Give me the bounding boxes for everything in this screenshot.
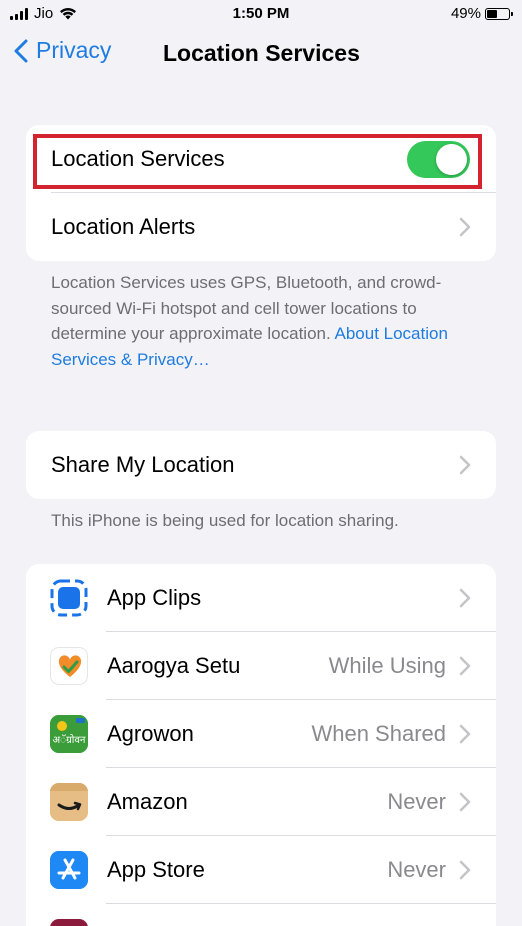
apps-list-group: App Clips Aarogya Setu While Using अॅग्र… <box>26 564 496 926</box>
chevron-right-icon <box>459 588 471 608</box>
app-permission-value: Never <box>387 789 446 814</box>
location-alerts-row[interactable]: Location Alerts <box>26 193 496 261</box>
app-name: App Clips <box>107 585 202 610</box>
app-permission-value: Never <box>387 857 446 882</box>
app-row-app-store[interactable]: App Store Never <box>26 836 496 904</box>
aarogya-setu-icon <box>50 647 88 685</box>
app-permission-value: When Shared <box>311 721 446 746</box>
share-my-location-label: Share My Location <box>51 452 235 477</box>
location-sharing-footnote: This iPhone is being used for location s… <box>51 511 399 530</box>
status-right: 49% <box>450 5 513 22</box>
app-row-amazon[interactable]: Amazon Never <box>26 768 496 836</box>
app-name: App Store <box>107 857 205 882</box>
battery-percent: 49% <box>450 5 481 22</box>
amazon-icon <box>50 783 88 821</box>
chevron-right-icon <box>459 656 471 676</box>
location-services-footnote: Location Services uses GPS, Bluetooth, a… <box>51 270 471 372</box>
app-permission-value: While Using <box>328 653 446 678</box>
app-icon-partial <box>50 919 88 926</box>
status-time: 1:50 PM <box>232 5 290 22</box>
chevron-left-icon <box>14 39 28 62</box>
agrowon-icon: अॅग्रोवन <box>50 715 88 753</box>
app-clips-icon <box>50 579 88 617</box>
back-button[interactable]: Privacy <box>14 37 111 64</box>
app-row-agrowon[interactable]: अॅग्रोवन Agrowon When Shared <box>26 700 496 768</box>
app-row-aarogya-setu[interactable]: Aarogya Setu While Using <box>26 632 496 700</box>
battery-fill <box>487 9 498 18</box>
share-location-group: Share My Location <box>26 431 496 499</box>
chevron-right-icon <box>459 217 471 237</box>
status-bar: Jio 1:50 PM 49% <box>0 0 522 28</box>
share-my-location-row[interactable]: Share My Location <box>26 431 496 499</box>
chevron-right-icon <box>459 455 471 475</box>
agrowon-icon-text: अॅग्रोवन <box>53 734 86 746</box>
back-label: Privacy <box>36 37 112 63</box>
app-name: Aarogya Setu <box>107 653 241 678</box>
app-row-partial[interactable] <box>26 904 496 926</box>
highlight-annotation <box>33 134 482 189</box>
navigation-bar: Privacy Location Services <box>0 28 522 78</box>
app-store-icon <box>50 851 88 889</box>
page-title: Location Services <box>163 40 360 66</box>
chevron-right-icon <box>459 860 471 880</box>
app-row-app-clips[interactable]: App Clips <box>26 564 496 632</box>
chevron-right-icon <box>459 792 471 812</box>
app-name: Amazon <box>107 789 188 814</box>
battery-icon <box>485 7 513 20</box>
app-name: Agrowon <box>107 721 194 746</box>
chevron-right-icon <box>459 724 471 744</box>
location-alerts-label: Location Alerts <box>51 214 196 239</box>
